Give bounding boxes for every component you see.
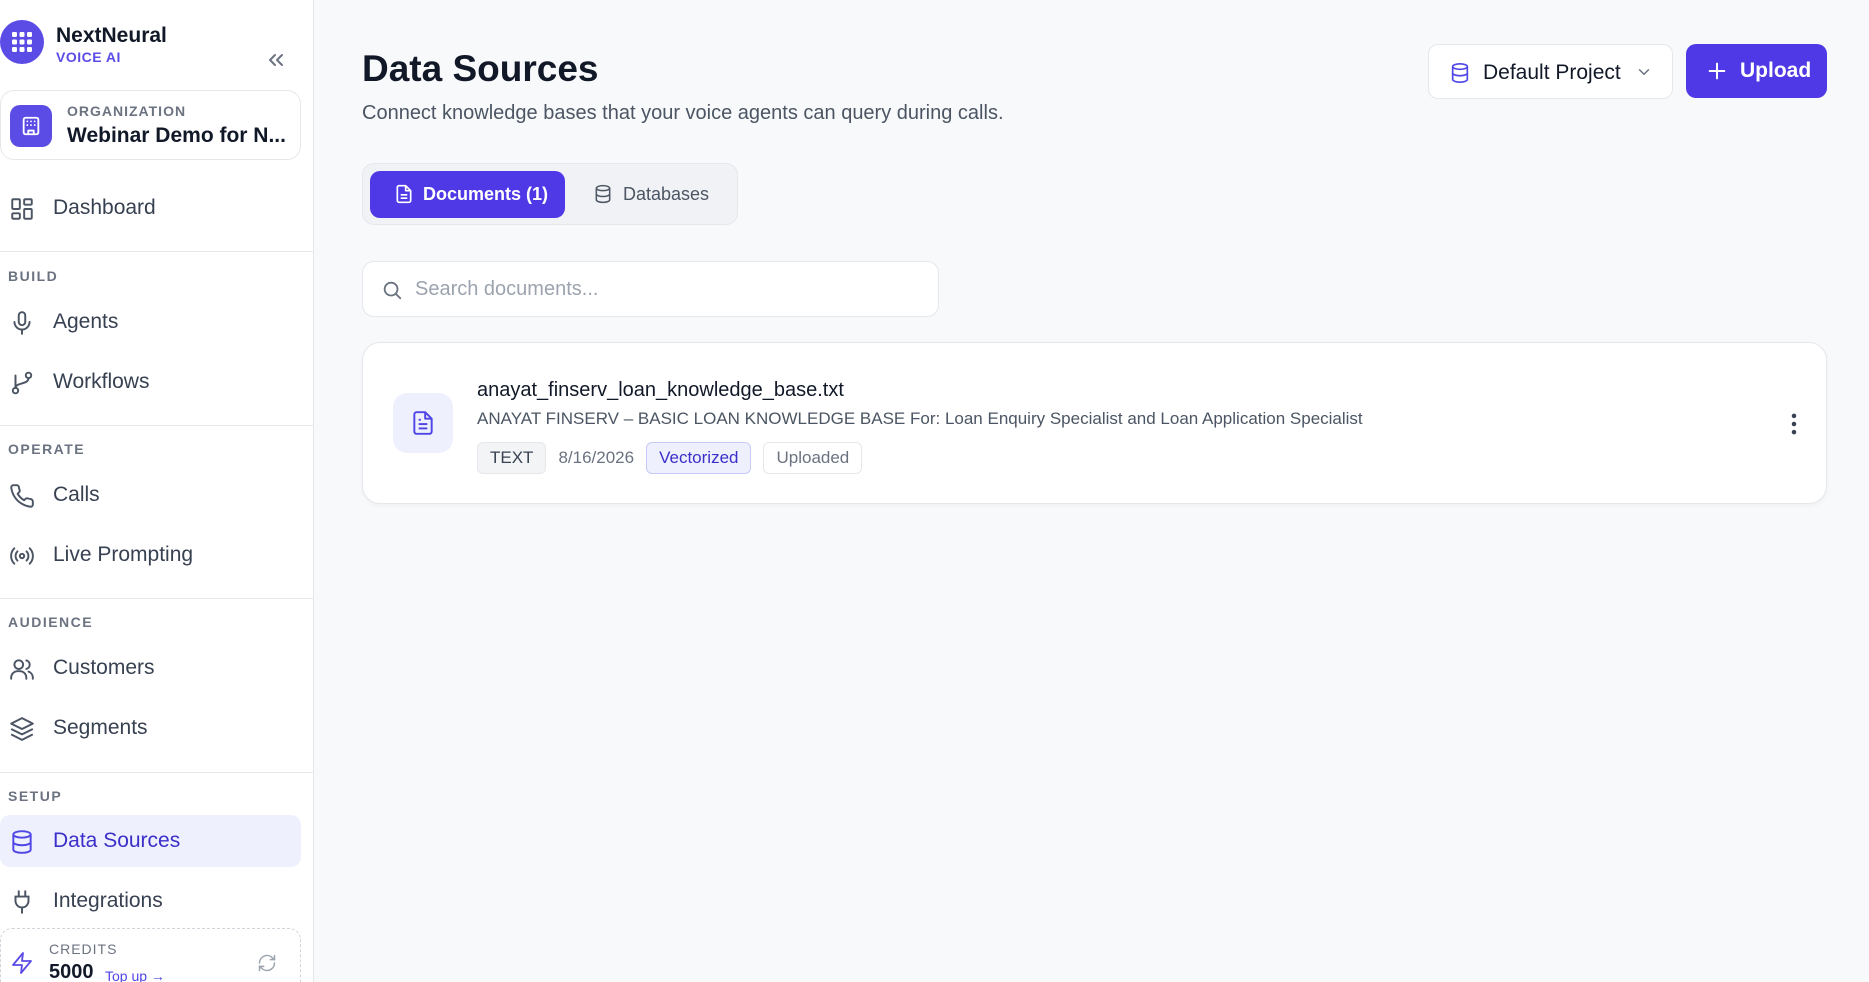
layout-grid-icon [9, 196, 35, 222]
section-label-audience: AUDIENCE [8, 614, 94, 630]
divider [0, 772, 313, 773]
plus-icon [1706, 60, 1728, 82]
git-branch-icon [9, 370, 35, 396]
upload-button-label: Upload [1740, 59, 1812, 82]
sidebar-item-label: Live Prompting [53, 543, 194, 566]
search-box [362, 261, 939, 317]
sidebar-item-segments[interactable]: Segments [0, 702, 301, 754]
sidebar-item-label: Calls [53, 483, 100, 506]
document-badges: TEXT 8/16/2026 Vectorized Uploaded [477, 441, 863, 475]
chevron-down-icon [1635, 63, 1653, 81]
project-select-value: Default Project [1483, 61, 1621, 84]
divider [0, 251, 313, 252]
source-type-tabs: Documents (1) Databases [362, 163, 738, 225]
brand-header: NextNeural VOICE AI [0, 18, 314, 68]
brand-name: NextNeural [56, 24, 167, 47]
sidebar: NextNeural VOICE AI ORGANIZATION Webinar… [0, 0, 314, 982]
top-up-link[interactable]: Top up → [105, 968, 165, 982]
sidebar-item-label: Customers [53, 656, 155, 679]
section-label-operate: OPERATE [8, 441, 86, 457]
sidebar-item-agents[interactable]: Agents [0, 296, 301, 348]
section-label-setup: SETUP [8, 788, 63, 804]
document-card[interactable]: anayat_finserv_loan_knowledge_base.txt A… [362, 342, 1827, 504]
sidebar-item-calls[interactable]: Calls [0, 469, 301, 521]
database-icon [1449, 62, 1471, 84]
organization-name: Webinar Demo for N... [67, 124, 286, 147]
document-date: 8/16/2026 [558, 448, 635, 467]
sidebar-item-live-prompting[interactable]: Live Prompting [0, 529, 301, 581]
search-icon [381, 279, 403, 301]
sidebar-item-label: Dashboard [53, 196, 156, 219]
sidebar-item-label: Data Sources [53, 829, 181, 852]
refresh-icon[interactable] [257, 953, 277, 973]
document-name[interactable]: anayat_finserv_loan_knowledge_base.txt [477, 379, 844, 402]
sidebar-item-dashboard[interactable]: Dashboard [0, 182, 301, 234]
sidebar-item-label: Integrations [53, 889, 163, 912]
sidebar-item-label: Workflows [53, 370, 150, 393]
credits-card: CREDITS 5000 Top up → [0, 928, 301, 982]
divider [0, 425, 313, 426]
credits-value: 5000 [49, 961, 94, 982]
tab-databases[interactable]: Databases [575, 171, 731, 218]
phone-icon [9, 483, 35, 509]
uploaded-badge: Uploaded [763, 442, 863, 474]
brand-subtitle: VOICE AI [56, 49, 121, 65]
organization-label: ORGANIZATION [67, 103, 187, 119]
sidebar-item-customers[interactable]: Customers [0, 642, 301, 694]
type-badge: TEXT [477, 442, 547, 474]
document-description: ANAYAT FINSERV – BASIC LOAN KNOWLEDGE BA… [477, 409, 1363, 428]
microphone-icon [9, 310, 35, 336]
sidebar-item-workflows[interactable]: Workflows [0, 356, 301, 408]
file-text-icon [393, 393, 453, 453]
broadcast-icon [9, 543, 35, 569]
divider [0, 598, 313, 599]
main-content: Data Sources Connect knowledge bases tha… [314, 0, 1869, 982]
users-icon [9, 656, 35, 682]
plug-icon [9, 889, 35, 915]
layers-icon [9, 716, 35, 742]
vectorized-badge: Vectorized [646, 442, 752, 474]
upload-button[interactable]: Upload [1686, 44, 1827, 98]
more-vertical-icon[interactable] [1779, 409, 1809, 439]
credits-label: CREDITS [49, 941, 118, 957]
file-text-icon [394, 184, 414, 204]
sidebar-item-label: Agents [53, 310, 119, 333]
section-label-build: BUILD [8, 268, 59, 284]
building-icon [10, 105, 52, 147]
sidebar-item-integrations[interactable]: Integrations [0, 875, 301, 927]
chevrons-left-icon[interactable] [264, 48, 288, 72]
sidebar-item-data-sources[interactable]: Data Sources [0, 815, 301, 867]
page-title: Data Sources [362, 48, 599, 89]
sidebar-item-label: Segments [53, 716, 148, 739]
tab-label: Documents (1) [423, 184, 549, 204]
organization-switcher[interactable]: ORGANIZATION Webinar Demo for N... [0, 90, 301, 160]
tab-label: Databases [623, 184, 710, 204]
search-input[interactable] [415, 272, 915, 306]
page-subtitle: Connect knowledge bases that your voice … [362, 102, 1004, 124]
database-icon [9, 829, 35, 855]
bolt-icon [10, 951, 34, 975]
database-icon [593, 184, 613, 204]
project-select[interactable]: Default Project [1428, 44, 1673, 99]
brand-logo-grid-icon[interactable] [0, 20, 44, 64]
tab-documents[interactable]: Documents (1) [370, 171, 565, 218]
